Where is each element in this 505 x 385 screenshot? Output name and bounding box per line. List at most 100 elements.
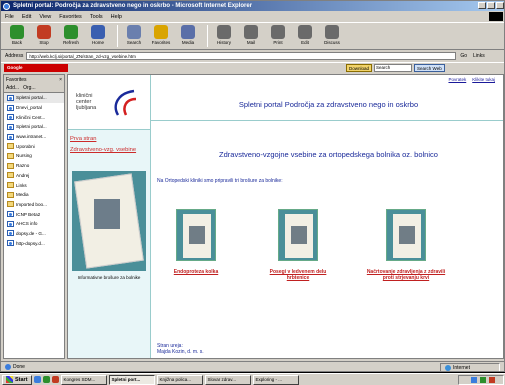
maximize-button[interactable] xyxy=(487,2,495,9)
go-button[interactable]: Go xyxy=(460,53,467,59)
close-button[interactable] xyxy=(496,2,504,9)
folder-icon xyxy=(7,182,14,189)
favorites-item[interactable]: http-dopsy.d... xyxy=(4,238,64,248)
back-button[interactable]: Back xyxy=(5,23,29,45)
google-logo-button[interactable]: Google xyxy=(4,63,68,72)
security-zone: Internet xyxy=(440,363,500,371)
folder-icon xyxy=(7,143,14,150)
menu-tools[interactable]: Tools xyxy=(90,14,103,20)
brochure-image[interactable] xyxy=(386,209,426,261)
favorites-item[interactable]: Razno xyxy=(4,161,64,171)
taskbar-task[interactable]: Slovar zdrav... xyxy=(204,374,251,385)
taskbar-tasks: Kongres SDM... Spletni port... Knjižna pol… xyxy=(60,374,299,385)
favorites-item[interactable]: Links xyxy=(4,180,64,190)
home-button[interactable]: Home xyxy=(86,23,110,45)
favorites-pane: Favorites × Add... Org... Spletni portal… xyxy=(3,74,65,359)
toolbar-label: Mail xyxy=(246,40,256,45)
favorites-item[interactable]: dopsy.de - G... xyxy=(4,229,64,239)
brochure-hip-endoprosthesis[interactable]: Endoproteza kolka xyxy=(166,209,226,275)
favorites-item[interactable]: Dnevi_portal xyxy=(4,103,64,113)
brochure-image[interactable] xyxy=(176,209,216,261)
brochure-link[interactable]: Posegi v ledvenem delu hrbtenice xyxy=(268,269,328,281)
menu-help[interactable]: Help xyxy=(111,14,122,20)
nav-link-home[interactable]: Prva stran xyxy=(70,136,96,142)
quicklaunch-app-icon[interactable] xyxy=(51,376,59,383)
favorites-item[interactable]: Uporabni xyxy=(4,141,64,151)
favorites-item[interactable]: Nursing xyxy=(4,151,64,161)
favorites-item-label: Razno xyxy=(16,163,30,169)
edit-button[interactable]: Edit xyxy=(293,23,317,45)
taskbar-task[interactable]: Kongres SDM... xyxy=(60,374,107,385)
favorites-item[interactable]: Media xyxy=(4,190,64,200)
favorites-item-label: Imported boo... xyxy=(16,201,47,207)
globe-icon xyxy=(445,364,451,371)
favorites-item-label: Andrej xyxy=(16,172,30,178)
organize-favorites-button[interactable]: Org... xyxy=(23,85,36,91)
quicklaunch-desktop-icon[interactable] xyxy=(42,376,50,383)
brochure-link[interactable]: Načrtovanje zdravljenja z zdravili proti… xyxy=(366,269,446,281)
history-button[interactable]: History xyxy=(212,23,236,45)
taskbar-task[interactable]: Spletni port... xyxy=(108,374,155,385)
favorites-item[interactable]: Klinični Cent... xyxy=(4,112,64,122)
search-web-button[interactable]: Search Web xyxy=(414,64,445,72)
favorites-title: Favorites xyxy=(6,76,27,83)
toolbar-separator xyxy=(117,25,118,47)
web-page-icon xyxy=(7,114,14,121)
discuss-button[interactable]: Discuss xyxy=(320,23,344,45)
media-icon xyxy=(181,25,195,39)
stop-button[interactable]: Stop xyxy=(32,23,56,45)
toolbar-label: Stop xyxy=(39,40,49,45)
links-button[interactable]: Links xyxy=(473,53,485,59)
close-pane-icon[interactable]: × xyxy=(59,77,62,83)
favorites-item[interactable]: Andrej xyxy=(4,171,64,181)
web-page-icon xyxy=(7,211,14,218)
tray-icons xyxy=(471,377,501,383)
download-button[interactable]: Download xyxy=(346,64,373,72)
menu-favorites[interactable]: Favorites xyxy=(59,14,82,20)
toolbar-label: Media xyxy=(181,40,195,45)
favorites-item[interactable]: AHCS info xyxy=(4,219,64,229)
menu-view[interactable]: View xyxy=(39,14,51,20)
favorites-item[interactable]: ICNP Beta2 xyxy=(4,209,64,219)
folder-icon xyxy=(7,191,14,198)
refresh-button[interactable]: Refresh xyxy=(59,23,83,45)
zone-label: Internet xyxy=(453,364,470,371)
favorites-item[interactable]: Spletni portal... xyxy=(4,93,64,103)
ie-window: Spletni portal: Področja za zdravstveno … xyxy=(0,0,505,372)
brochure-lumbar-spine[interactable]: Posegi v ledvenem delu hrbtenice xyxy=(268,209,328,281)
quicklaunch-ie-icon[interactable] xyxy=(33,376,41,383)
folder-icon xyxy=(7,152,14,159)
brochure-link[interactable]: Endoproteza kolka xyxy=(166,269,226,275)
favorites-item[interactable]: www.intranet... xyxy=(4,132,64,142)
print-button[interactable]: Print xyxy=(266,23,290,45)
nav-link-health-education[interactable]: Zdravstveno-vzg. vsebine xyxy=(70,147,136,153)
start-label: Start xyxy=(15,376,28,383)
home-icon xyxy=(91,25,105,39)
taskbar-task[interactable]: Exploring - ... xyxy=(252,374,299,385)
start-button[interactable]: Start xyxy=(2,374,32,385)
top-link-back[interactable]: Povratek xyxy=(448,77,466,82)
toolbar-label: Refresh xyxy=(63,40,79,45)
web-page-icon xyxy=(7,220,14,227)
favorites-tools: Add... Org... xyxy=(4,84,64,93)
taskbar-task[interactable]: Knjižna polica... xyxy=(156,374,203,385)
menu-file[interactable]: File xyxy=(5,14,14,20)
brochure-anticoagulant-therapy[interactable]: Načrtovanje zdravljenja z zdravili proti… xyxy=(366,209,446,281)
search-button[interactable]: Search xyxy=(122,23,146,45)
address-input[interactable]: http://web.kclj.si/portal_ZN/stran_zd-vz… xyxy=(26,52,457,60)
mail-button[interactable]: Mail xyxy=(239,23,263,45)
favorites-item-label: Dnevi_portal xyxy=(16,105,42,111)
toolbar-separator xyxy=(207,25,208,47)
minimize-button[interactable] xyxy=(478,2,486,9)
google-search-input[interactable]: Search xyxy=(374,64,413,72)
favorites-item[interactable]: Spletni portal... xyxy=(4,122,64,132)
top-link-click-here[interactable]: Klikite tukaj xyxy=(472,77,495,82)
brochure-image[interactable] xyxy=(278,209,318,261)
favorites-button[interactable]: Favorites xyxy=(149,23,173,45)
media-button[interactable]: Media xyxy=(176,23,200,45)
favorites-item[interactable]: Imported boo... xyxy=(4,200,64,210)
folder-icon xyxy=(7,162,14,169)
add-favorite-button[interactable]: Add... xyxy=(6,85,19,91)
menu-edit[interactable]: Edit xyxy=(22,14,31,20)
windows-logo-icon xyxy=(489,12,503,21)
